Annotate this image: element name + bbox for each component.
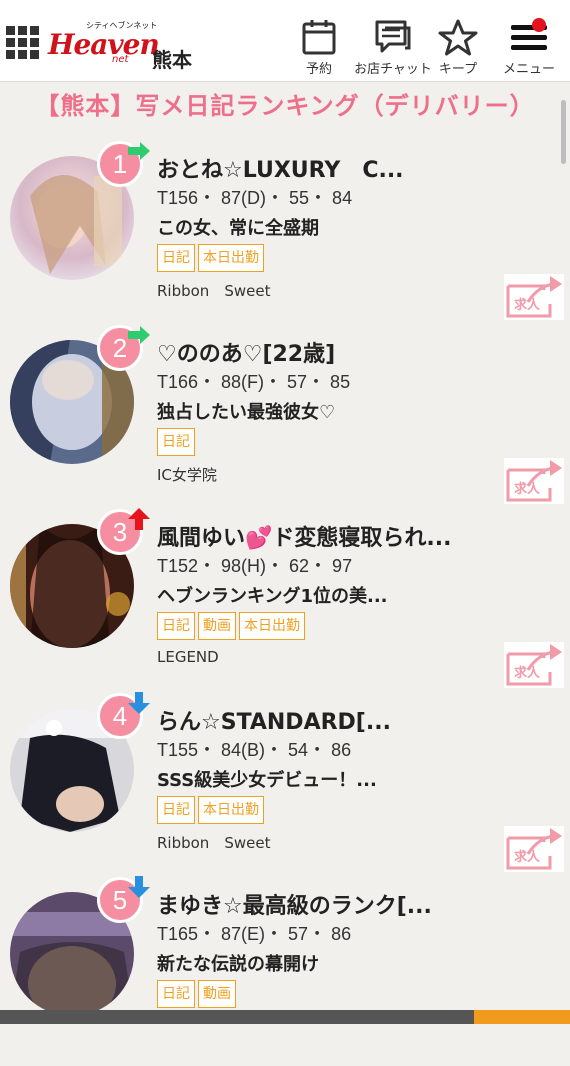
girl-name[interactable]: ♡ののあ♡[22歳]	[157, 336, 335, 368]
tag-diary: 日記	[157, 980, 195, 1008]
girl-stats: T155・ 84(B)・ 54・ 86	[157, 740, 352, 760]
notification-dot	[532, 18, 546, 32]
trend-up-icon	[128, 508, 150, 530]
page-title: 【熊本】写メ日記ランキング（デリバリー）	[35, 92, 535, 120]
recruit-icon[interactable]: 求人	[504, 458, 564, 504]
girl-name[interactable]: 風間ゆい💕ド変態寝取られ...	[157, 520, 451, 552]
girl-stats: T152・ 98(H)・ 62・ 97	[157, 556, 353, 576]
star-icon	[438, 19, 478, 56]
svg-text:求人: 求人	[514, 849, 541, 865]
reserve-label: 予約	[305, 62, 332, 77]
bottom-action-tab[interactable]	[474, 1010, 570, 1024]
chat-icon	[375, 20, 411, 53]
tag-today-work: 本日出勤	[198, 796, 264, 824]
girl-stats: T165・ 87(E)・ 57・ 86	[157, 924, 352, 944]
tag-video: 動画	[198, 612, 236, 640]
tag-list: 日記	[157, 428, 195, 456]
logo-wordmark: Heaven	[48, 28, 160, 61]
ranking-item[interactable]: 4 らん☆STANDARD[... T155・ 84(B)・ 54・ 86 SS…	[0, 692, 570, 882]
area-label[interactable]: 熊本	[152, 44, 192, 73]
ranking-item[interactable]: 1 おとね☆LUXURY C... T156・ 87(D)・ 55・ 84 この…	[0, 141, 570, 330]
girl-name[interactable]: まゆき☆最高級のランク[...	[157, 888, 432, 920]
tag-diary: 日記	[157, 612, 195, 640]
tag-diary: 日記	[157, 428, 195, 456]
app-header: シティヘブンネット Heaven net 熊本 予約 お店チャット キープ メニ…	[0, 0, 570, 82]
catch-copy: ヘブンランキング1位の美...	[157, 586, 388, 607]
trend-same-icon	[128, 142, 150, 160]
svg-text:求人: 求人	[514, 297, 541, 313]
tag-list: 日記 本日出勤	[157, 244, 264, 272]
svg-text:求人: 求人	[514, 665, 541, 681]
menu-label: メニュー	[502, 62, 555, 77]
logo-sub: net	[112, 54, 129, 65]
catch-copy: SSS級美少女デビュー！...	[157, 770, 377, 791]
site-logo[interactable]: シティヘブンネット Heaven net	[48, 21, 160, 66]
tag-diary: 日記	[157, 796, 195, 824]
catch-copy: 独占したい最強彼女♡	[157, 402, 336, 423]
trend-down-icon	[128, 876, 150, 898]
keep-button[interactable]: キープ	[436, 18, 480, 77]
shop-chat-label: お店チャット	[354, 62, 432, 77]
recruit-icon[interactable]: 求人	[504, 274, 564, 320]
keep-label: キープ	[438, 62, 478, 77]
catch-copy: 新たな伝説の幕開け	[157, 954, 319, 975]
menu-button[interactable]: メニュー	[498, 18, 560, 77]
reserve-button[interactable]: 予約	[296, 18, 342, 77]
trend-same-icon	[128, 326, 150, 344]
girl-name[interactable]: らん☆STANDARD[...	[157, 704, 391, 736]
shop-name[interactable]: Ribbon Sweet	[157, 832, 270, 853]
ranking-item[interactable]: 5 まゆき☆最高級のランク[... T165・ 87(E)・ 57・ 86 新た…	[0, 876, 570, 1066]
recruit-icon[interactable]: 求人	[504, 826, 564, 872]
recruit-icon[interactable]: 求人	[504, 642, 564, 688]
girl-stats: T166・ 88(F)・ 57・ 85	[157, 372, 351, 392]
calendar-icon	[302, 20, 336, 55]
shop-chat-button[interactable]: お店チャット	[352, 18, 434, 77]
tag-video: 動画	[198, 980, 236, 1008]
grid-menu-icon[interactable]	[6, 26, 40, 60]
trend-down-icon	[128, 692, 150, 714]
shop-name[interactable]: IC女学院	[157, 464, 217, 485]
tag-diary: 日記	[157, 244, 195, 272]
catch-copy: この女、常に全盛期	[157, 218, 319, 239]
girl-name[interactable]: おとね☆LUXURY C...	[157, 152, 404, 184]
tag-today-work: 本日出勤	[198, 244, 264, 272]
tag-list: 日記 動画 本日出勤	[157, 612, 305, 640]
svg-text:求人: 求人	[514, 481, 541, 497]
tag-today-work: 本日出勤	[239, 612, 305, 640]
tag-list: 日記 本日出勤	[157, 796, 264, 824]
girl-stats: T156・ 87(D)・ 55・ 84	[157, 188, 353, 208]
tag-list: 日記 動画	[157, 980, 236, 1008]
shop-name[interactable]: LEGEND	[157, 648, 219, 666]
ranking-item[interactable]: 2 ♡ののあ♡[22歳] T166・ 88(F)・ 57・ 85 独占したい最強…	[0, 325, 570, 514]
ranking-item[interactable]: 3 風間ゆい💕ド変態寝取られ... T152・ 98(H)・ 62・ 97 ヘブ…	[0, 508, 570, 698]
shop-name[interactable]: Ribbon Sweet	[157, 280, 270, 301]
